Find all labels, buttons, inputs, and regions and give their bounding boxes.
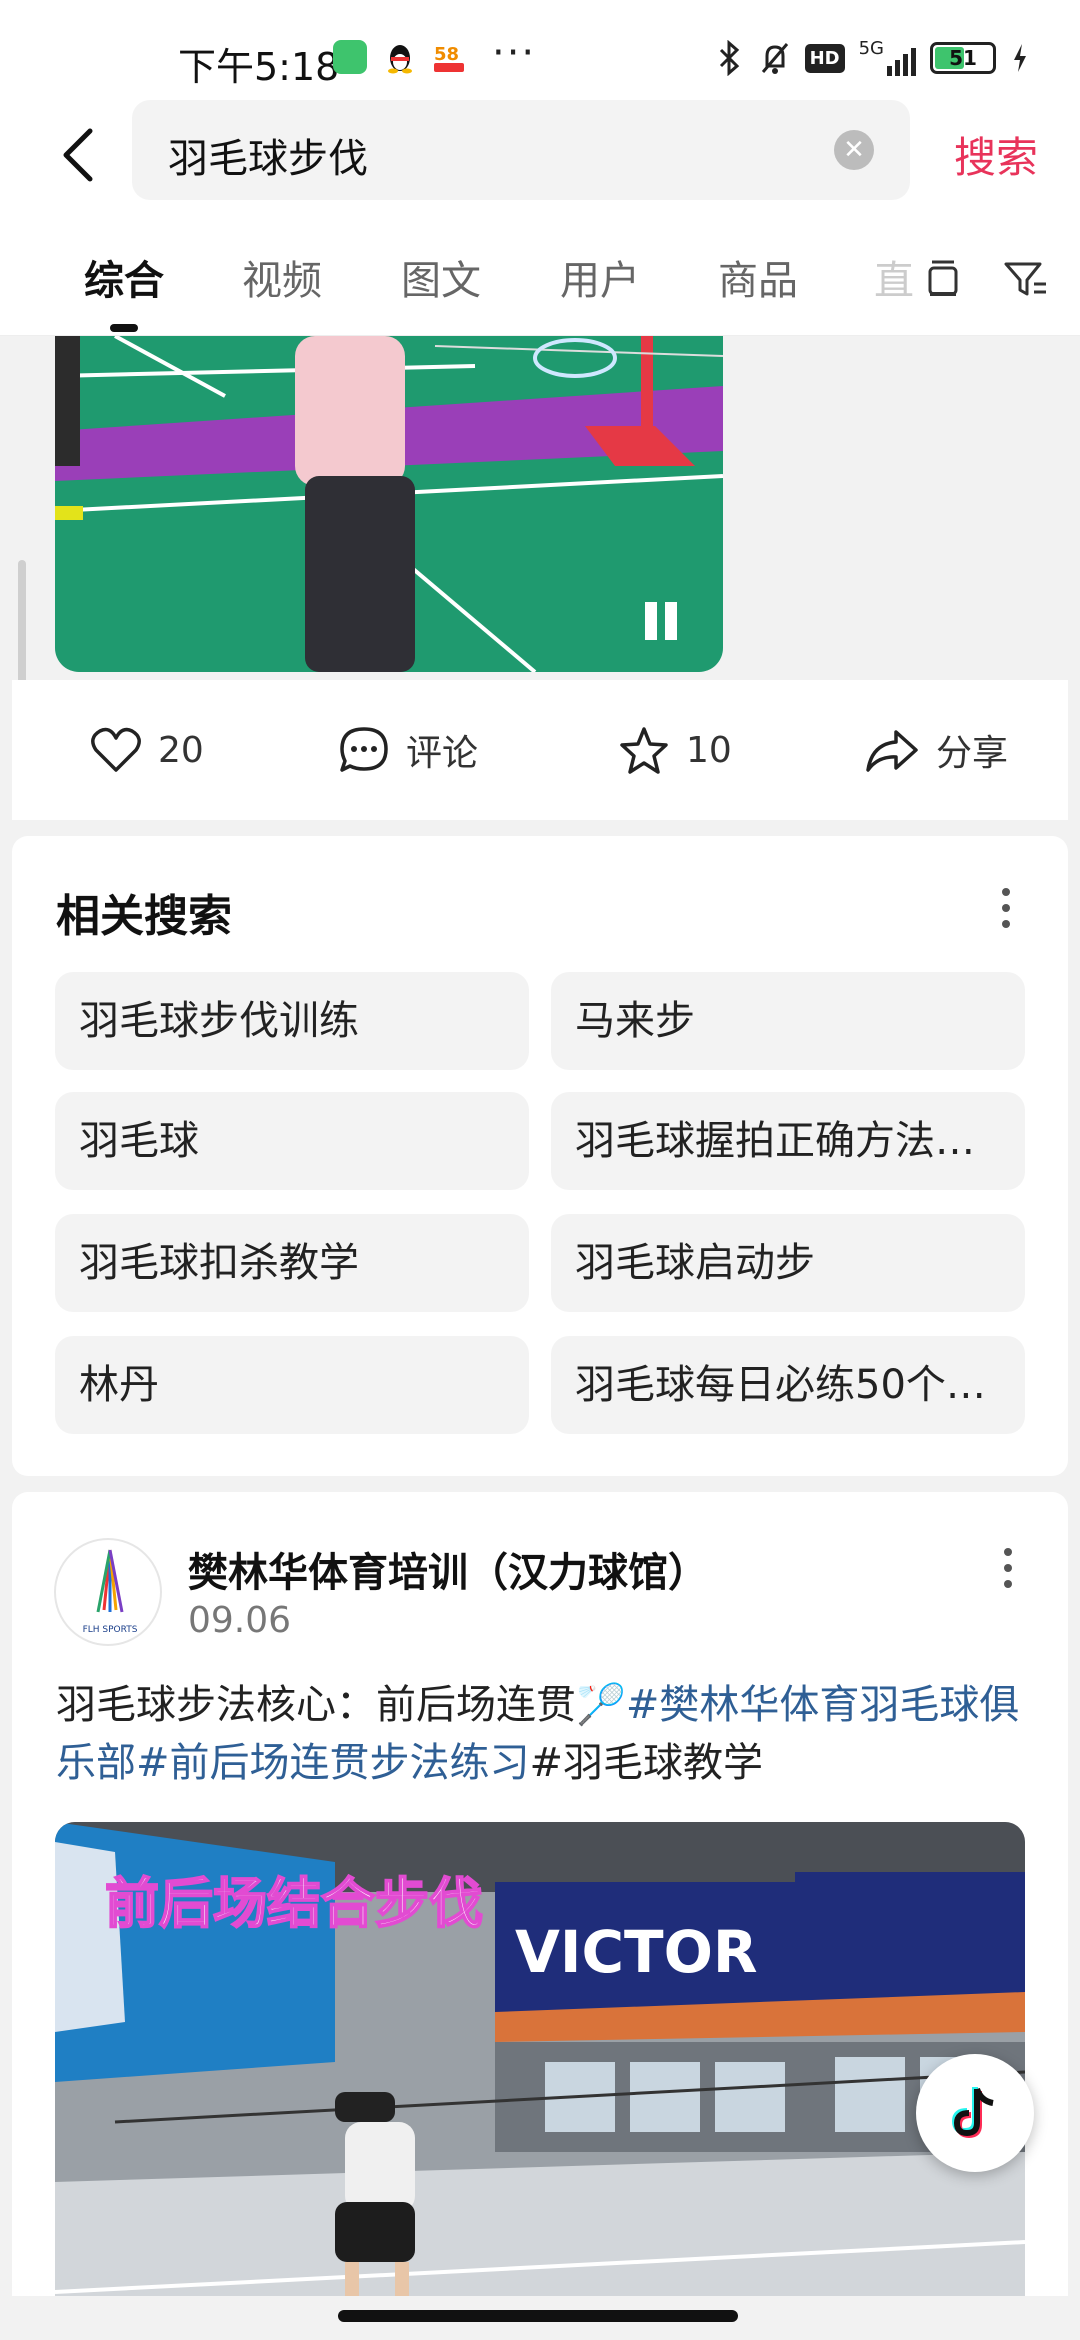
status-bar: 下午5:18 58 ··· HD 5G 51 [0,0,1080,100]
tab-comprehensive[interactable]: 综合 [84,248,164,306]
tab-live-partial[interactable]: 直 [874,248,914,306]
more-notifications-icon: ··· [492,30,537,76]
post-date: 09.06 [188,1600,292,1641]
status-time: 下午5:18 [178,45,340,89]
home-indicator[interactable] [338,2310,738,2322]
related-search-chip[interactable]: 羽毛球 [55,1092,529,1190]
network-type: 5G [858,38,884,59]
related-search-title: 相关搜索 [56,891,232,942]
avatar-logo-text: FLH SPORTS [83,1625,138,1635]
douyin-icon [951,2087,994,2139]
share-label: 分享 [936,733,1009,774]
comment-button[interactable]: 评论 [338,720,478,780]
victor-banner: VICTOR [515,1918,758,1986]
back-button[interactable] [48,120,108,190]
filter-icon[interactable] [1000,254,1050,304]
related-search-chip[interactable]: 马来步 [551,972,1025,1070]
heart-icon [91,727,141,772]
top-video-thumbnail[interactable] [55,336,723,672]
hd-icon: HD [804,43,845,73]
share-icon [866,730,918,772]
related-search-chip[interactable]: 林丹 [55,1336,529,1434]
like-count: 20 [158,729,204,771]
tab-active-indicator [110,324,138,332]
tab-users[interactable]: 用户 [560,248,640,306]
search-button[interactable]: 搜索 [954,124,1038,185]
related-search-chip[interactable]: 羽毛球每日必练50个… [551,1336,1025,1434]
tab-list-icon[interactable] [918,254,968,304]
battery-level: 51 [949,46,977,70]
post-card: FLH SPORTS 樊林华体育培训（汉力球馆） 09.06 羽毛球步法核心：前… [12,1492,1068,2340]
hashtag-link[interactable]: #前后场连贯步法练习 [136,1740,530,1786]
related-search-card: 相关搜索 羽毛球步伐训练 马来步 羽毛球 羽毛球握拍正确方法… 羽毛球扣杀教学 … [12,836,1068,1476]
comment-icon [340,727,388,772]
bluetooth-icon [719,40,739,76]
comment-label: 评论 [406,733,479,774]
post-video-thumbnail[interactable]: VICTOR 前后场结合步伐 [55,1822,1025,2340]
clear-icon[interactable]: ✕ [834,130,874,170]
svg-text:58: 58 [434,44,459,65]
mute-icon [761,43,788,74]
avatar[interactable]: FLH SPORTS [54,1538,162,1646]
tab-image-text[interactable]: 图文 [401,248,481,306]
more-options-icon[interactable] [1002,888,1014,928]
chevron-left-icon [63,128,93,182]
post-author[interactable]: 樊林华体育培训（汉力球馆） [188,1540,708,1598]
search-query: 羽毛球步伐 [168,136,368,182]
video-actions-bar: 20 评论 10 分享 [12,680,1068,820]
battery-icon: 51 [930,42,996,74]
related-search-chip[interactable]: 羽毛球步伐训练 [55,972,529,1070]
post-description[interactable]: 羽毛球步法核心：前后场连贯🏸#樊林华体育羽毛球俱乐部#前后场连贯步法练习#羽毛球… [56,1676,1036,1792]
video-overlay-title: 前后场结合步伐 [105,1872,483,1935]
tab-video[interactable]: 视频 [242,248,322,306]
related-search-chip[interactable]: 羽毛球握拍正确方法… [551,1092,1025,1190]
post-more-options-icon[interactable] [1004,1548,1016,1588]
tab-bar: 综合 视频 图文 用户 商品 直 [0,224,1080,336]
related-search-chip[interactable]: 羽毛球启动步 [551,1214,1025,1312]
favorite-count: 10 [686,729,732,771]
star-icon [620,727,668,774]
wechat-icon [333,40,367,74]
hashtag-plain: #羽毛球教学 [529,1740,764,1786]
douyin-logo-button[interactable] [916,2054,1034,2172]
search-header: 羽毛球步伐 ✕ 搜索 [0,100,1080,224]
search-input[interactable]: 羽毛球步伐 ✕ [132,100,910,200]
like-button[interactable]: 20 [90,720,204,780]
post-desc-text: 羽毛球步法核心：前后场连贯🏸 [56,1682,626,1728]
qq-icon [383,40,417,74]
favorite-button[interactable]: 10 [618,720,732,780]
related-search-chip[interactable]: 羽毛球扣杀教学 [55,1214,529,1312]
signal-icon: 5G [859,40,916,76]
58-app-icon: 58 [432,40,466,74]
tab-products[interactable]: 商品 [718,248,798,306]
charging-icon [1014,44,1026,72]
share-button[interactable]: 分享 [864,720,1008,780]
